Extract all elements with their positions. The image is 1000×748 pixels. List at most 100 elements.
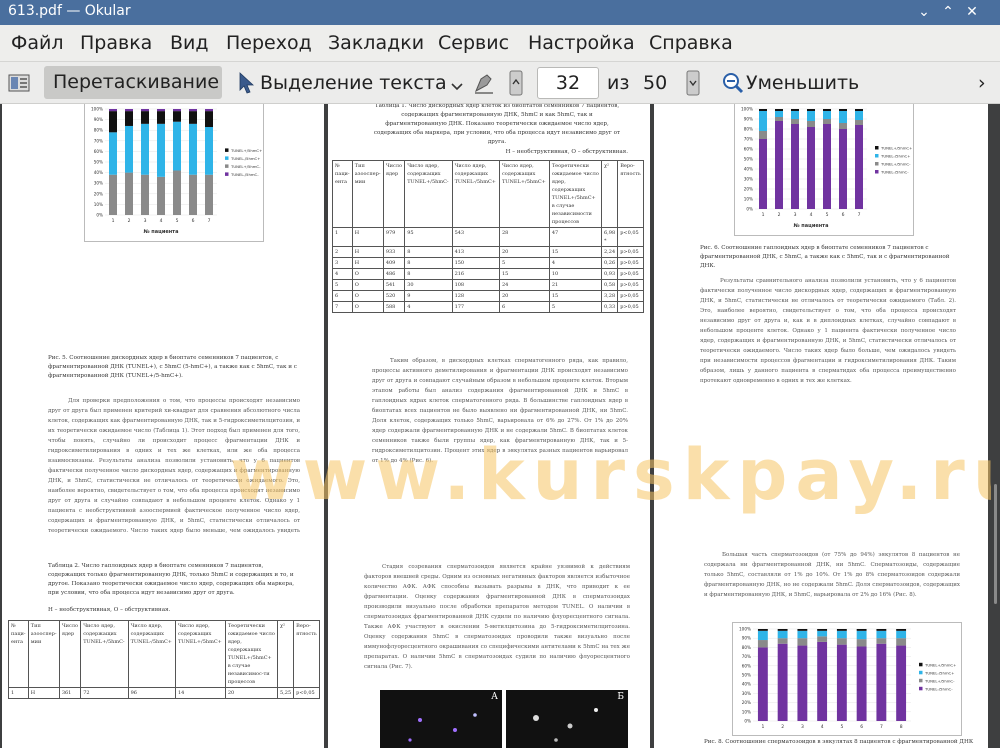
bar-segment (876, 629, 887, 631)
y-tick-label: 10% (742, 709, 751, 714)
toolbar-overflow-button[interactable]: › (978, 72, 986, 94)
table-cell: 21 (548, 279, 603, 291)
bar-segment (823, 111, 831, 119)
page-36: Большая часть сперматозоидов (от 75% до … (654, 534, 988, 748)
table-cell: 20 (498, 290, 550, 302)
menu-bookmarks[interactable]: Закладки (328, 32, 424, 54)
maximize-button[interactable]: ⌃ (938, 2, 958, 22)
legend-label: TUNEL-/5hmC- (924, 686, 953, 691)
menu-go[interactable]: Переход (226, 32, 312, 54)
table-cell: 413 (451, 246, 500, 258)
page-33-body: Результаты сравнительного анализа позвол… (700, 278, 956, 384)
bar-segment (856, 630, 867, 640)
vertical-scrollbar[interactable] (991, 104, 1000, 748)
menu-edit[interactable]: Правка (80, 32, 152, 54)
chart-fig6: 0% 10% 20% 30% 40% 50% 60% 70% 80% 90% 100% 1 2 3 4 5 6 7… (734, 104, 914, 236)
bar-segment (141, 111, 149, 124)
y-tick-label: 60% (742, 663, 751, 668)
bar-segment (173, 121, 181, 171)
drag-tool-label: Перетаскивание (53, 71, 220, 93)
table-cell: 0,33 (600, 301, 619, 313)
table-header-cell: Число ядер, содержащих TUNEL-/5hmC+ (127, 620, 176, 688)
legend-swatch (225, 156, 229, 160)
bar-segment (836, 629, 847, 631)
x-tick-label: 1 (762, 212, 765, 218)
text-select-tool-button[interactable]: Выделение текста (260, 72, 447, 94)
menu-settings[interactable]: Настройка (528, 32, 635, 54)
legend-swatch (225, 164, 229, 168)
bar-segment (839, 111, 847, 123)
table-row: 7 О 588 4 177 6 5 0,33 p>0,05 (332, 301, 644, 313)
y-tick-label: 80% (94, 128, 103, 133)
y-tick-label: 20% (744, 187, 753, 192)
fluorescence-photo-a: А (380, 690, 502, 748)
x-tick-label: 7 (880, 724, 883, 730)
bar-segment (839, 123, 847, 129)
chevron-down-icon[interactable] (451, 77, 463, 96)
next-page-icon[interactable] (686, 70, 700, 100)
legend-swatch (919, 686, 923, 691)
scrollbar-thumb[interactable] (994, 484, 997, 604)
y-tick-label: 20% (94, 191, 103, 196)
x-tick-label: 2 (781, 724, 784, 730)
table-cell: 15 (548, 246, 603, 258)
table2-heading: Таблица 2. Число гаплоидных ядер в биопт… (48, 563, 295, 596)
table-row: 1 Н 979 95 543 28 47 6,98 * p<0,05 (332, 227, 644, 247)
bar-segment (189, 111, 197, 124)
zoom-out-icon[interactable] (722, 72, 744, 98)
table-cell: 95 (404, 227, 453, 247)
annotate-pen-icon[interactable] (473, 71, 495, 99)
legend-label: TUNEL-/5hmC+ (924, 670, 954, 675)
bar-segment (896, 630, 907, 639)
table-header-cell: № паци-ента (8, 620, 29, 688)
zoom-out-button[interactable]: Уменьшить (746, 72, 859, 94)
table-cell: 3,28 (600, 290, 619, 302)
bar-segment (777, 643, 788, 721)
table-row: 3 Н 409 8 150 5 4 0,26 p>0,05 (332, 257, 644, 269)
toolbar: Перетаскивание Выделение текста 32 из 50… (0, 62, 1000, 104)
bar-segment (876, 643, 887, 721)
bar-segment (205, 109, 213, 112)
bar-segment (759, 131, 767, 139)
bar-segment (797, 629, 808, 631)
page-35-body: Стадия созревания сперматозоидов являетс… (364, 564, 630, 670)
bar-segment (205, 174, 213, 215)
y-tick-label: 30% (742, 691, 751, 696)
table-cell: 979 (382, 227, 406, 247)
minimize-button[interactable]: ⌄ (914, 2, 934, 22)
page-number-input[interactable]: 32 (537, 67, 599, 99)
bar-segment (109, 132, 117, 175)
table-cell: 1 (8, 687, 29, 699)
table-cell: 1 (332, 227, 353, 247)
legend-label: TUNEL-/5hmC+ (880, 154, 910, 159)
table-row: 6 О 520 9 128 20 15 3,28 p>0,05 (332, 290, 644, 302)
menu-tools[interactable]: Сервис (438, 32, 509, 54)
bar-segment (896, 638, 907, 646)
menu-file[interactable]: Файл (11, 32, 64, 54)
bar-segment (125, 125, 133, 173)
page-34: Таблица 2. Число гаплоидных ядер в биопт… (2, 534, 324, 748)
table1-heading: Таблица 1. Число дискордных ядер клеток … (373, 104, 621, 145)
x-tick-label: 4 (821, 724, 824, 730)
table-header-cell: Веро-ятность (293, 620, 320, 688)
fig5-caption: Рис. 5. Соотношение дискордных ядер в би… (48, 355, 297, 379)
table-cell: 14 (174, 687, 226, 699)
bar-segment (125, 172, 133, 215)
document-viewport[interactable]: 0% 10% 20% 30% 40% 50% 60% 70% 80% 90% 100% 1 2 3 4 5 6 7… (0, 104, 1000, 748)
table-header-cell: Теоретически ожидаемое число ядер, содер… (548, 160, 603, 228)
menu-help[interactable]: Справка (649, 32, 733, 54)
x-tick-label: 6 (860, 724, 863, 730)
table-cell: p>0,05 (617, 268, 644, 280)
table-cell: 5,25 (277, 687, 295, 699)
bar-segment (836, 638, 847, 645)
sidebar-toggle-icon[interactable] (8, 73, 30, 97)
table-cell: 10 (548, 268, 603, 280)
legend-label: TUNEL-/5hmC- (230, 172, 259, 177)
close-button[interactable]: ✕ (962, 2, 982, 22)
table-cell: Н (27, 687, 60, 699)
previous-page-icon[interactable] (509, 70, 523, 100)
bar-segment (807, 109, 815, 111)
menu-view[interactable]: Вид (170, 32, 209, 54)
drag-tool-button[interactable]: Перетаскивание (44, 66, 222, 99)
y-tick-label: 70% (742, 654, 751, 659)
